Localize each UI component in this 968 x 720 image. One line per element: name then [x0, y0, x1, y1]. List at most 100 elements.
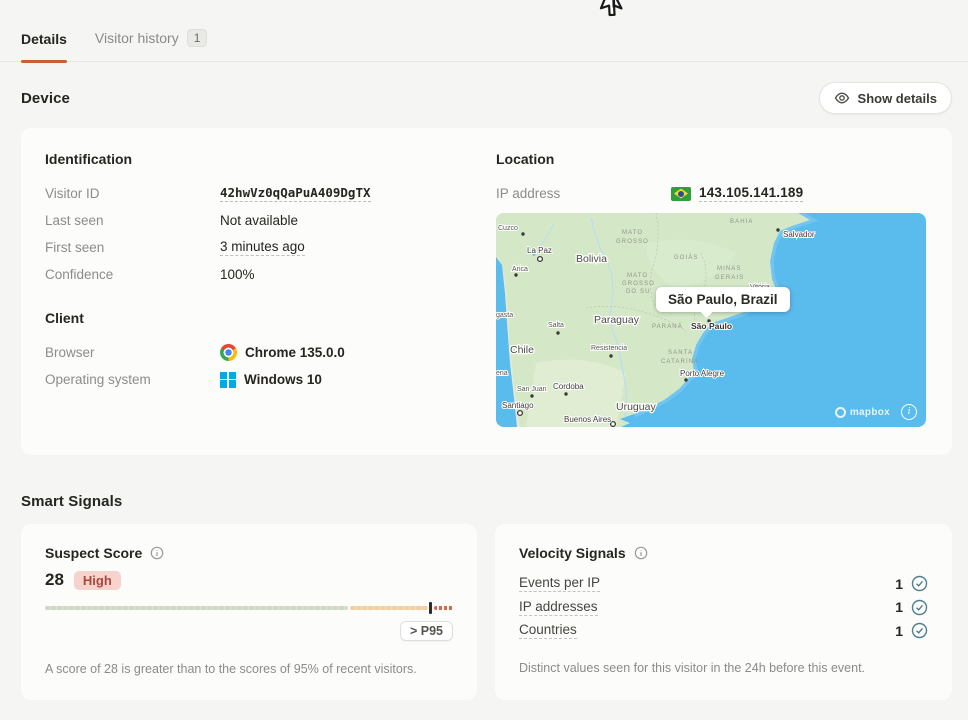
device-left-column: Identification Visitor ID 42hwVz0qQaPuA4…	[45, 151, 496, 433]
score-bar-green-segment	[45, 606, 348, 610]
tab-details[interactable]: Details	[21, 31, 67, 61]
map-label: gasta	[496, 312, 513, 319]
map-label: Cordoba	[553, 382, 584, 391]
map-info-icon[interactable]: i	[901, 404, 917, 420]
map-label: Resistencia	[591, 345, 627, 352]
confidence-label: Confidence	[45, 267, 220, 282]
map-label: PARANÁ	[652, 323, 683, 330]
velocity-signals-card: Velocity Signals Events per IP 1 IP addr…	[495, 524, 952, 700]
suspect-score-bar	[45, 602, 453, 614]
map-canvas: CuzcoLa PazBoliviaAricaMATOGROSSOGOIÁSMI…	[496, 213, 926, 427]
ip-address-row: IP address 143.105.141.189	[496, 180, 928, 207]
map-label: Chile	[510, 344, 534, 356]
tab-details-label: Details	[21, 31, 67, 47]
map-city-dot	[556, 331, 559, 334]
map-label: Salta	[548, 322, 564, 329]
map-label: Paraguay	[594, 314, 640, 326]
velocity-signals-description: Distinct values seen for this visitor in…	[519, 661, 928, 675]
countries-label[interactable]: Countries	[519, 622, 577, 639]
map-label: GROSSO	[622, 281, 655, 287]
client-heading: Client	[45, 310, 496, 326]
tab-visitor-history[interactable]: Visitor history 1	[95, 29, 207, 61]
map-label: MATO	[627, 273, 648, 279]
location-map[interactable]: CuzcoLa PazBoliviaAricaMATOGROSSOGOIÁSMI…	[496, 213, 926, 427]
ip-addresses-value: 1	[895, 599, 903, 615]
check-circle-icon	[911, 575, 928, 592]
map-label: Bolivia	[576, 253, 607, 265]
os-value: Windows 10	[244, 372, 322, 387]
first-seen-row: First seen 3 minutes ago	[45, 234, 496, 261]
map-label: San Juan	[517, 386, 547, 393]
first-seen-value[interactable]: 3 minutes ago	[220, 239, 305, 256]
map-city-dot	[538, 257, 543, 262]
percentile-badge: > P95	[400, 621, 453, 641]
device-section-header: Device Show details	[0, 62, 968, 128]
identification-heading: Identification	[45, 151, 496, 167]
map-label: Porto Alegre	[680, 369, 725, 378]
check-circle-icon	[911, 622, 928, 639]
os-label: Operating system	[45, 372, 220, 387]
map-label: Santiago	[502, 401, 534, 410]
suspect-score-title: Suspect Score	[45, 545, 142, 561]
last-seen-row: Last seen Not available	[45, 207, 496, 234]
browser-value: Chrome 135.0.0	[245, 345, 345, 360]
last-seen-value: Not available	[220, 213, 298, 228]
show-details-label: Show details	[858, 91, 937, 106]
ip-addresses-label[interactable]: IP addresses	[519, 599, 598, 616]
confidence-value: 100%	[220, 267, 255, 282]
mapbox-logo[interactable]: mapbox	[835, 407, 890, 418]
velocity-signals-title: Velocity Signals	[519, 545, 626, 561]
suspect-score-level-badge: High	[74, 571, 121, 590]
map-label: Salvador	[783, 230, 815, 239]
confidence-row: Confidence 100%	[45, 261, 496, 288]
last-seen-label: Last seen	[45, 213, 220, 228]
map-label: Uruguay	[616, 401, 656, 413]
browser-row: Browser Chrome 135.0.0	[45, 339, 496, 366]
windows-icon	[220, 372, 236, 388]
mapbox-icon	[835, 407, 846, 418]
map-city-dot	[521, 232, 524, 235]
map-city-dot	[609, 354, 612, 357]
map-label: GERAIS	[715, 275, 744, 281]
countries-row: Countries 1	[519, 619, 928, 643]
suspect-score-value: 28	[45, 570, 64, 590]
map-location-tooltip: São Paulo, Brazil	[656, 287, 790, 312]
map-city-dot	[776, 228, 779, 231]
map-label: Buenos Aires	[564, 415, 611, 424]
suspect-score-card: Suspect Score 28 High > P95 A score of 2…	[21, 524, 477, 700]
map-label: Cuzco	[498, 225, 518, 232]
countries-value: 1	[895, 623, 903, 639]
smart-signals-heading: Smart Signals	[21, 493, 122, 510]
map-city-dot	[611, 422, 616, 427]
suspect-score-info-icon[interactable]	[150, 546, 164, 560]
map-label: GROSSO	[616, 239, 649, 245]
map-label: GOIÁS	[674, 254, 699, 261]
map-city-dot	[564, 392, 567, 395]
visitor-id-row: Visitor ID 42hwVz0qQaPuA409DgTX	[45, 180, 496, 207]
score-bar-red-segment	[434, 606, 453, 610]
visitor-id-value[interactable]: 42hwVz0qQaPuA409DgTX	[220, 185, 371, 202]
map-city-dot	[518, 411, 523, 416]
smart-signals-grid: Suspect Score 28 High > P95 A score of 2…	[21, 524, 952, 700]
map-label: MATO	[622, 230, 643, 236]
map-city-dot	[684, 378, 687, 381]
device-card: Identification Visitor ID 42hwVz0qQaPuA4…	[21, 128, 952, 455]
map-label: MINAS	[717, 266, 742, 272]
score-bar-orange-segment	[350, 606, 428, 610]
smart-signals-section-header: Smart Signals	[0, 455, 968, 524]
show-details-button[interactable]: Show details	[819, 82, 952, 114]
map-label: DO SU	[626, 289, 651, 295]
map-label: La Paz	[527, 246, 552, 255]
score-bar-marker	[429, 602, 432, 614]
ip-address-value[interactable]: 143.105.141.189	[699, 185, 803, 202]
chrome-icon	[220, 344, 237, 361]
velocity-signals-info-icon[interactable]	[634, 546, 648, 560]
visitor-id-label: Visitor ID	[45, 186, 220, 201]
ip-address-label: IP address	[496, 186, 671, 201]
map-label: CATARINA	[661, 359, 699, 365]
events-per-ip-label[interactable]: Events per IP	[519, 575, 600, 592]
events-per-ip-value: 1	[895, 576, 903, 592]
map-label: ena	[496, 370, 508, 377]
eye-icon	[834, 90, 850, 106]
ip-addresses-row: IP addresses 1	[519, 596, 928, 620]
